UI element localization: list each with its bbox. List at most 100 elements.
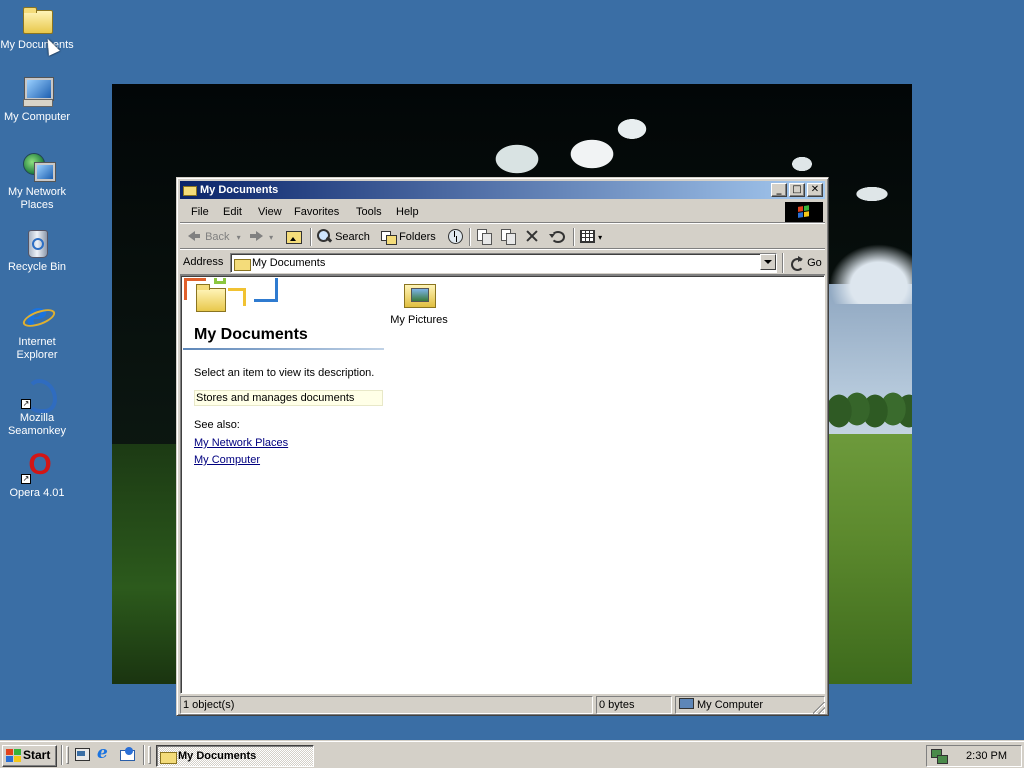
status-zone-label: My Computer [697, 699, 764, 711]
views-button[interactable]: ▾ [579, 228, 602, 246]
internet-explorer-icon [21, 295, 53, 333]
link-my-network-places[interactable]: My Network Places [194, 437, 288, 449]
search-icon [316, 228, 332, 244]
window-titlebar[interactable]: My Documents _ □ ✕ [180, 181, 825, 199]
desktop-icon-label: Recycle Bin [7, 261, 67, 273]
network-places-icon [21, 151, 56, 183]
wallpaper-cloud [829, 244, 912, 304]
back-arrow-icon [186, 228, 202, 244]
go-arrow-icon [790, 255, 804, 271]
forward-button[interactable]: ▾ [248, 228, 273, 246]
mozilla-seamonkey-icon: ↗ [21, 377, 57, 413]
status-zone: My Computer [675, 696, 825, 714]
folders-icon [380, 228, 397, 245]
desktop-icon-my-network-places[interactable]: My Network Places [0, 151, 74, 212]
address-input[interactable] [252, 256, 752, 270]
address-bar: Address Go [180, 251, 825, 275]
address-dropdown-button[interactable] [760, 254, 776, 270]
search-button[interactable]: Search [316, 228, 370, 246]
toolbar-separator [573, 228, 575, 246]
desktop-icon-opera[interactable]: ↗ Opera 4.01 [0, 448, 74, 500]
forward-arrow-icon [248, 228, 264, 244]
quicklaunch-outlook-express-icon[interactable] [119, 747, 135, 763]
folder-banner-graphic [184, 278, 304, 324]
menu-bar: File Edit View Favorites Tools Help [180, 201, 825, 223]
menu-file[interactable]: File [190, 205, 210, 219]
desktop-icon-label: Mozilla Seamonkey [7, 412, 67, 437]
delete-icon [524, 228, 540, 244]
show-desktop-icon[interactable] [74, 747, 90, 763]
history-button[interactable] [447, 228, 463, 246]
shortcut-arrow-icon: ↗ [21, 399, 31, 409]
quicklaunch-internet-explorer-icon[interactable] [96, 743, 112, 763]
taskbar-button-my-documents[interactable]: My Documents [156, 745, 314, 767]
menu-view[interactable]: View [257, 205, 283, 219]
link-my-computer[interactable]: My Computer [194, 454, 260, 466]
close-button[interactable]: ✕ [807, 183, 823, 197]
info-pane-tip: Stores and manages documents [194, 390, 383, 406]
wallpaper-treeline [829, 389, 912, 434]
taskbar-separator [61, 745, 63, 765]
desktop-icon-label: My Computer [3, 111, 71, 123]
desktop-icon-label: My Documents [0, 39, 74, 51]
desktop-icon-mozilla-seamonkey[interactable]: ↗ Mozilla Seamonkey [0, 377, 74, 438]
opera-icon: ↗ [21, 448, 53, 484]
info-pane-title: My Documents [194, 326, 308, 343]
window-title: My Documents [200, 184, 279, 196]
history-icon [447, 228, 463, 244]
desktop-icon-internet-explorer[interactable]: Internet Explorer [0, 295, 74, 362]
minimize-button[interactable]: _ [771, 183, 787, 197]
folder-icon [234, 256, 251, 271]
move-to-button[interactable] [476, 228, 492, 246]
quicklaunch-grip[interactable] [66, 746, 69, 764]
maximize-button[interactable]: □ [789, 183, 805, 197]
menu-help[interactable]: Help [395, 205, 420, 219]
wallpaper-grass-left [112, 444, 182, 684]
see-also-label: See also: [194, 419, 240, 431]
toolbar-separator [469, 228, 471, 246]
explorer-window[interactable]: My Documents _ □ ✕ File Edit View Favori… [176, 177, 829, 716]
my-computer-icon [21, 76, 54, 108]
desktop-icon-my-computer[interactable]: My Computer [0, 76, 74, 124]
folders-button[interactable]: Folders [380, 228, 436, 246]
copy-to-button[interactable] [500, 228, 516, 246]
folder-icon [196, 284, 226, 312]
folder-view[interactable]: My Documents Select an item to view its … [180, 275, 825, 694]
shortcut-arrow-icon: ↗ [21, 474, 31, 484]
my-computer-icon [678, 698, 694, 710]
go-button[interactable]: Go [786, 254, 822, 272]
my-documents-icon [21, 4, 53, 36]
windows-flag-icon [6, 749, 21, 763]
start-button[interactable]: Start [2, 745, 57, 767]
menu-favorites[interactable]: Favorites [293, 205, 340, 219]
address-combobox[interactable] [230, 253, 777, 273]
desktop-icon-recycle-bin[interactable]: Recycle Bin [0, 226, 74, 274]
menu-tools[interactable]: Tools [355, 205, 383, 219]
my-pictures-folder-icon [403, 278, 436, 310]
tasks-grip[interactable] [148, 746, 151, 764]
status-object-count: 1 object(s) [180, 696, 593, 714]
desktop-icon-label: Internet Explorer [16, 336, 58, 361]
undo-button[interactable] [548, 228, 565, 246]
taskbar-separator [143, 745, 145, 765]
up-folder-button[interactable] [285, 228, 302, 246]
delete-button[interactable] [524, 228, 540, 246]
desktop-icon-label: My Network Places [7, 186, 67, 211]
folder-item-my-pictures[interactable]: My Pictures [387, 278, 451, 326]
menu-edit[interactable]: Edit [222, 205, 243, 219]
go-label: Go [807, 257, 822, 269]
copy-to-icon [500, 228, 516, 245]
clock[interactable]: 2:30 PM [966, 750, 1007, 762]
address-label: Address [183, 256, 224, 268]
toolbar-separator [310, 228, 312, 246]
back-label: Back [205, 231, 230, 243]
back-button[interactable]: Back ▾ [186, 228, 241, 246]
desktop-icon-my-documents[interactable]: My Documents [0, 4, 74, 52]
network-status-icon[interactable] [931, 749, 948, 764]
windows-logo-icon [785, 202, 823, 222]
views-icon [579, 228, 595, 244]
folders-label: Folders [399, 231, 436, 243]
address-separator [782, 253, 784, 273]
resize-grip[interactable] [813, 702, 825, 714]
info-pane-divider [183, 348, 384, 350]
